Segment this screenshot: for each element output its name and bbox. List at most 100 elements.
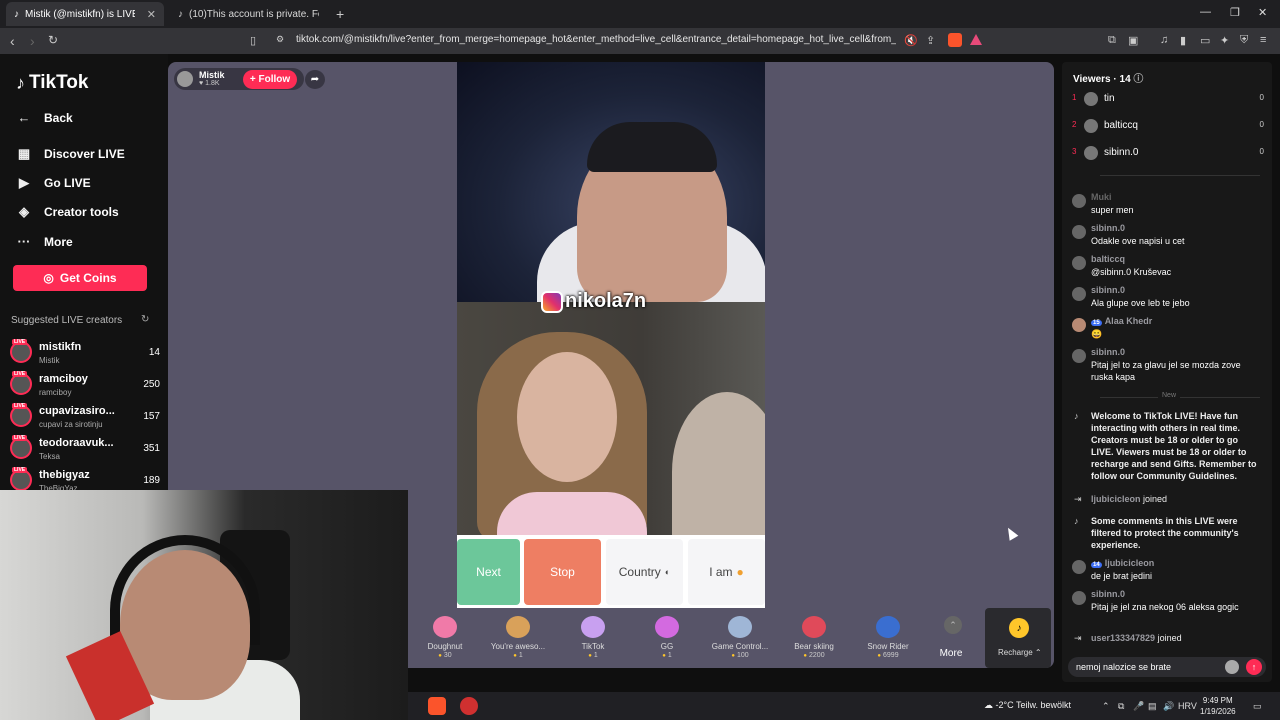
recharge-button[interactable]: ♪ Recharge ⌃ [985, 608, 1051, 668]
suggested-creator[interactable]: LIVE teodoraavuk... Teksa 351 [10, 435, 160, 463]
gift-item[interactable]: You're aweso... 1 [481, 616, 555, 659]
gift-name: GG [660, 642, 674, 651]
app-taskbar-icon[interactable] [460, 697, 478, 715]
tiktok-logo[interactable]: ♪ TikTok [16, 72, 88, 94]
weather-text: -2°C Teilw. bewölkt [995, 700, 1071, 710]
next-button[interactable]: Next [457, 539, 520, 605]
get-coins-button[interactable]: ◎ Get Coins [13, 265, 147, 291]
back-arrow-icon[interactable]: ‹ [10, 33, 15, 49]
join-user[interactable]: ljubicicleon [1091, 494, 1141, 504]
chat-comment[interactable]: sibinn.0 Pitaj jel to za glavu jel se mo… [1070, 347, 1265, 385]
forward-arrow-icon[interactable]: › [30, 33, 35, 49]
browser-tab[interactable]: ♪ (10)This account is private. Follow th [170, 2, 330, 26]
viewer-row[interactable]: 2 balticcq 0 [1070, 118, 1268, 136]
avatar [1072, 225, 1086, 239]
nav-go-live[interactable]: ▶ Go LIVE [16, 175, 91, 191]
refresh-icon[interactable]: ↻ [141, 314, 149, 325]
coin-icon: ◎ [43, 271, 54, 285]
streamer-webcam-overlay [0, 490, 408, 720]
share-icon[interactable]: ⇪ [926, 34, 935, 47]
weather-widget[interactable]: ☁ -2°C Teilw. bewölkt [984, 700, 1071, 711]
tiktok-sidebar: ♪ TikTok ← Back ▦ Discover LIVE ▶ Go LIV… [0, 54, 168, 493]
gift-name: Snow Rider [867, 642, 909, 651]
video-camera-icon: ▶ [19, 175, 29, 190]
extensions-icon[interactable]: ⧉ [1108, 34, 1116, 47]
gift-item[interactable]: TikTok 1 [556, 616, 630, 659]
bear-skiing-icon [802, 616, 826, 638]
comment-user: sibinn.0 [1091, 589, 1126, 599]
live-badge: LIVE [12, 467, 28, 473]
volume-icon[interactable]: 🔊 [1163, 701, 1174, 712]
send-icon[interactable]: ↑ [1246, 659, 1262, 675]
chat-comment[interactable]: sibinn.0 Pitaj je jel zna nekog 06 aleks… [1070, 589, 1265, 627]
info-icon[interactable]: ⓘ [1133, 74, 1143, 85]
nav-creator-tools[interactable]: ◈ Creator tools [16, 204, 119, 220]
restore-icon[interactable]: ❐ [1230, 6, 1240, 19]
creator-name: ramciboy [39, 373, 88, 385]
gift-item[interactable]: Doughnut 30 [408, 616, 482, 659]
chat-comment[interactable]: 14 ljubicicleon de je brat jedini [1070, 558, 1265, 584]
viewer-row[interactable]: 3 sibinn.0 0 [1070, 145, 1268, 163]
suggested-creator[interactable]: LIVE mistikfn Mistik 14 [10, 339, 160, 367]
follow-button[interactable]: + Follow [243, 70, 297, 89]
comment-text: Pitaj jel to za glavu jel se mozda zove … [1091, 360, 1241, 382]
wallet-icon[interactable]: ▭ [1200, 34, 1210, 47]
share-arrow-icon[interactable]: ➦ [305, 70, 325, 89]
minimize-icon[interactable]: — [1200, 6, 1211, 18]
viewer-row[interactable]: 1 tin 0 [1070, 91, 1268, 109]
chat-comment[interactable]: sibinn.0 Ala glupe ove leb te jebo [1070, 285, 1265, 311]
comment-input[interactable] [1076, 659, 1226, 675]
more-gifts-button[interactable]: ⌃ More [940, 616, 966, 659]
audio-muted-icon[interactable]: 🔇 [904, 34, 918, 47]
network-icon[interactable]: ▤ [1148, 701, 1157, 712]
reload-icon[interactable]: ↻ [48, 33, 58, 47]
video-bottom-frame [457, 302, 765, 552]
leo-ai-icon[interactable]: ✦ [1220, 34, 1229, 47]
tray-chevron-icon[interactable]: ⌃ [1102, 701, 1110, 712]
chat-comment[interactable]: balticcq @sibinn.0 Kruševac [1070, 254, 1265, 280]
language-indicator[interactable]: HRV [1178, 701, 1197, 711]
clock[interactable]: 9:49 PM 1/19/2026 [1200, 695, 1236, 717]
live-video[interactable]: nikola7n Next Stop Country ◐ I am ● [457, 62, 765, 608]
nav-discover-live[interactable]: ▦ Discover LIVE [16, 146, 125, 162]
suggested-creator[interactable]: LIVE cupavizasiro... cupavi za sirotinju… [10, 403, 160, 431]
chat-comment[interactable]: Muki super men [1070, 192, 1265, 218]
tray-app-icon[interactable]: ⧉ [1118, 701, 1124, 712]
gift-item[interactable]: GG 1 [630, 616, 704, 659]
notifications-icon[interactable]: ▭ [1253, 701, 1262, 712]
chat-comment[interactable]: 15 Alaa Khedr 😀 [1070, 316, 1265, 342]
close-window-icon[interactable]: ✕ [1258, 6, 1267, 19]
suggested-creator[interactable]: LIVE ramciboy ramciboy 250 [10, 371, 160, 399]
new-tab-icon[interactable]: + [336, 6, 344, 22]
sidebar-toggle-icon[interactable]: ▮ [1180, 34, 1186, 47]
tab-title: Mistik (@mistikfn) is LIVE - Ti [25, 8, 135, 20]
gift-item[interactable]: Game Control... 100 [703, 616, 777, 659]
microphone-icon[interactable]: 🎤 [1133, 701, 1144, 712]
url-field[interactable]: tiktok.com/@mistikfn/live?enter_from_mer… [296, 34, 896, 45]
chat-comment[interactable]: sibinn.0 Odakle ove napisi u cet [1070, 223, 1265, 249]
avatar [1084, 146, 1098, 160]
nav-more[interactable]: ··· More [16, 234, 73, 249]
i-am-button[interactable]: I am ● [688, 539, 765, 605]
gift-item[interactable]: Bear skiing 2200 [777, 616, 851, 659]
tab-close-icon[interactable]: ✕ [147, 8, 156, 21]
join-user[interactable]: user133347829 [1091, 633, 1155, 643]
host-likes-count: 1.8K [205, 80, 220, 87]
bookmark-icon[interactable]: ▯ [250, 34, 256, 47]
screenshot-icon[interactable]: ▣ [1128, 34, 1138, 47]
media-icon[interactable]: ♫ [1160, 34, 1168, 46]
brave-taskbar-icon[interactable] [428, 697, 446, 715]
site-settings-icon[interactable]: ⚙ [276, 34, 284, 45]
brave-rewards-icon[interactable] [970, 34, 982, 45]
brave-shields-icon[interactable] [948, 33, 962, 47]
vpn-icon[interactable]: ⛨ [1240, 34, 1248, 47]
browser-tab-active[interactable]: ♪ Mistik (@mistikfn) is LIVE - Ti ✕ [6, 2, 164, 26]
gift-item[interactable]: Snow Rider 6999 [851, 616, 925, 659]
menu-icon[interactable]: ≡ [1260, 34, 1266, 46]
emoji-icon[interactable] [1225, 660, 1239, 674]
nav-label: Creator tools [44, 205, 119, 219]
back-link[interactable]: ← Back [16, 110, 73, 125]
country-button[interactable]: Country ◐ [606, 539, 683, 605]
stop-button[interactable]: Stop [524, 539, 601, 605]
recharge-label: Recharge ⌃ [998, 648, 1042, 657]
